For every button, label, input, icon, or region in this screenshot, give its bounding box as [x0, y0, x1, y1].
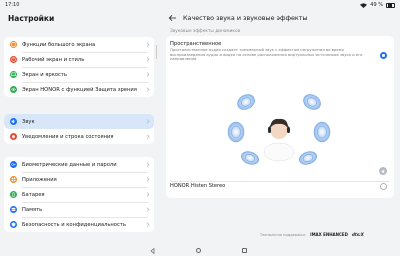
settings-title: Настройки: [8, 14, 55, 23]
sidebar-item[interactable]: Безопасность и конфиденциальность: [4, 217, 154, 232]
settings-group-display: Функции большого экрана Рабочий экран и с…: [4, 37, 154, 97]
apps-icon: [10, 176, 17, 183]
tablet-icon: [10, 41, 17, 48]
nav-recent-icon[interactable]: [242, 248, 247, 253]
chevron-right-icon: [146, 119, 150, 124]
histen-radio-unselected[interactable]: [380, 183, 387, 190]
chevron-right-icon: [146, 57, 150, 62]
palette-icon: [10, 56, 17, 63]
sidebar-item[interactable]: Рабочий экран и стиль: [4, 52, 154, 67]
chevron-right-icon: [146, 207, 150, 212]
eye-icon: [10, 86, 17, 93]
sidebar-item-label: Функции большого экрана: [22, 41, 96, 48]
key-icon: [10, 161, 17, 168]
wifi-icon: [360, 2, 368, 8]
sidebar-item-label: Экран HONOR с функцией Защита зрения: [22, 86, 137, 93]
sidebar-item[interactable]: Биометрические данные и пароли: [4, 157, 154, 172]
sidebar-item[interactable]: Память: [4, 202, 154, 217]
chevron-right-icon: [146, 177, 150, 182]
nav-back-icon[interactable]: [150, 248, 155, 254]
chevron-right-icon: [146, 134, 150, 139]
supported-by-label: Технология поддержки:: [260, 232, 307, 237]
spatial-audio-illustration: [227, 94, 331, 165]
spatial-radio-selected[interactable]: [380, 52, 387, 59]
spatial-option-description: Пространственное аудио создает трехмерны…: [170, 47, 363, 62]
chevron-right-icon: [146, 162, 150, 167]
status-bar: 17:10 49 %: [0, 0, 400, 10]
nav-home-icon[interactable]: [196, 248, 201, 253]
detail-header: Качество звука и звуковые эффекты: [168, 12, 308, 24]
speaker-icon: [10, 118, 17, 125]
histen-option-title[interactable]: HONOR Histen Stereo: [170, 183, 225, 189]
settings-group-system: Биометрические данные и пароли Приложения…: [4, 157, 154, 232]
sidebar-item[interactable]: Приложения: [4, 172, 154, 187]
storage-icon: [10, 206, 17, 213]
dts-logo: dts:X: [351, 232, 364, 237]
system-navbar: [0, 246, 400, 256]
sidebar-item[interactable]: Батарея: [4, 187, 154, 202]
settings-group-sound: Звук Уведомления и строка состояния: [4, 114, 154, 144]
back-arrow-icon[interactable]: [168, 14, 177, 22]
sidebar-item[interactable]: Функции большого экрана: [4, 37, 154, 52]
chevron-right-icon: [146, 222, 150, 227]
sidebar-item-label: Безопасность и конфиденциальность: [22, 221, 126, 228]
page-title: Качество звука и звуковые эффекты: [183, 14, 308, 22]
bell-icon: [10, 133, 17, 140]
sidebar-item[interactable]: Звук: [4, 114, 154, 129]
sidebar-item-label: Память: [22, 206, 43, 213]
section-label: Звуковые эффекты динамиков: [170, 29, 241, 34]
sidebar-item[interactable]: Экран HONOR с функцией Защита зрения: [4, 82, 154, 97]
sidebar-item[interactable]: Уведомления и строка состояния: [4, 129, 154, 144]
chevron-right-icon: [146, 72, 150, 77]
sidebar-scrollbar[interactable]: [156, 45, 157, 59]
sidebar-item-label: Звук: [22, 118, 35, 125]
battery-percent: 49 %: [370, 2, 383, 8]
battery-icon: [386, 2, 395, 8]
sidebar-item-label: Уведомления и строка состояния: [22, 133, 114, 140]
chevron-right-icon: [146, 87, 150, 92]
screen-icon: [10, 71, 17, 78]
sidebar-item-label: Биометрические данные и пароли: [22, 161, 117, 168]
imax-logo: IMAX ENHANCED: [310, 232, 348, 237]
speaker-effects-card: Пространственное Пространственное аудио …: [166, 36, 394, 198]
speaker-play-icon: [381, 169, 384, 173]
sidebar-item-label: Батарея: [22, 191, 45, 198]
chevron-right-icon: [146, 42, 150, 47]
status-time: 17:10: [5, 2, 20, 8]
shield-icon: [10, 221, 17, 228]
chevron-right-icon: [146, 192, 150, 197]
sidebar-item-label: Приложения: [22, 176, 57, 183]
sidebar-item[interactable]: Экран и яркость: [4, 67, 154, 82]
sidebar-item-label: Рабочий экран и стиль: [22, 56, 85, 63]
play-demo-button[interactable]: [379, 167, 387, 175]
sidebar-item-label: Экран и яркость: [22, 71, 67, 78]
battery-icon: [10, 191, 17, 198]
footer-credits: Технология поддержки: IMAX ENHANCED dts:…: [260, 232, 364, 237]
